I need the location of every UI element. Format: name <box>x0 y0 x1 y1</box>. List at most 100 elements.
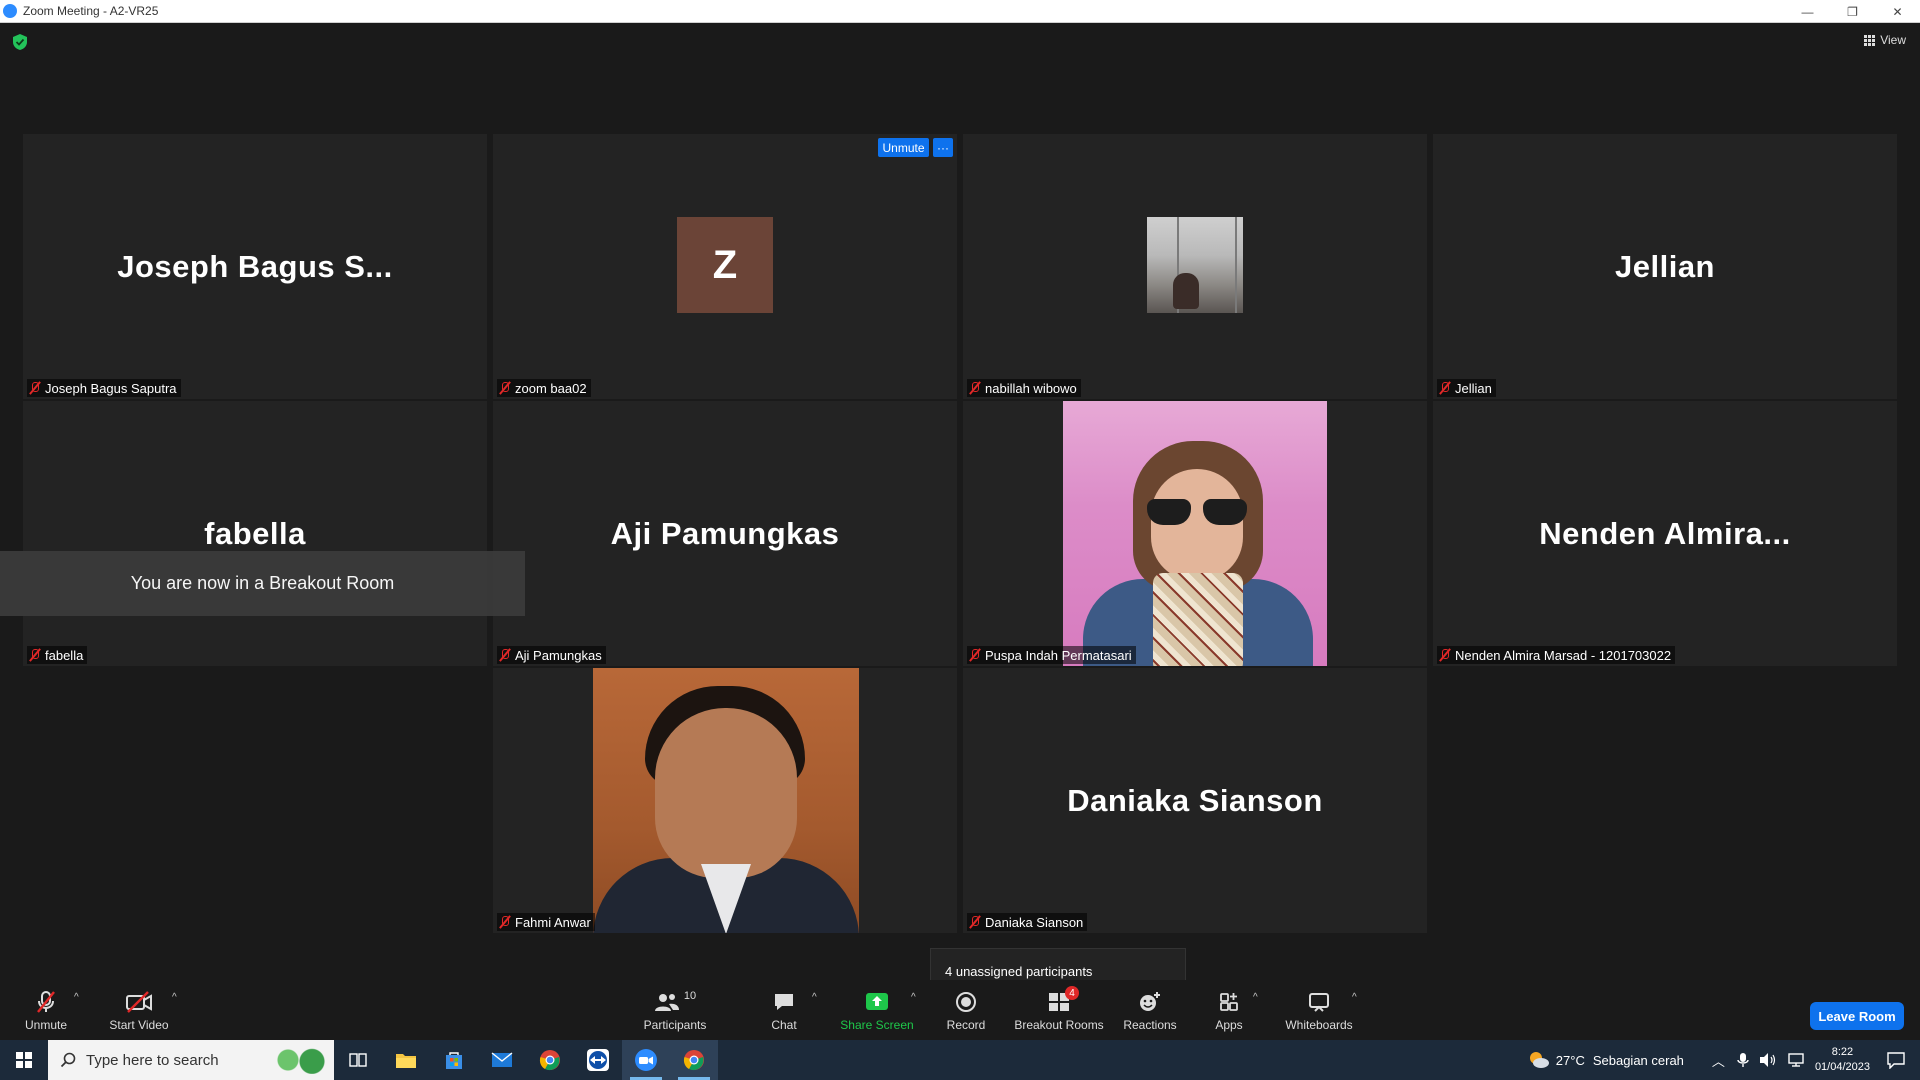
breakout-rooms-badge: 4 <box>1065 986 1079 1000</box>
zoom-app-icon <box>3 4 17 18</box>
notifications-icon[interactable] <box>1886 1051 1906 1069</box>
network-icon[interactable] <box>1787 1052 1805 1068</box>
zoom-app[interactable] <box>622 1040 670 1080</box>
store-app[interactable] <box>430 1040 478 1080</box>
reactions-icon <box>1140 992 1160 1011</box>
zoom-icon <box>635 1049 657 1071</box>
muted-mic-icon <box>29 381 41 395</box>
participant-video <box>1063 401 1327 666</box>
muted-mic-icon <box>499 648 511 662</box>
video-tile[interactable]: Aji Pamungkas Aji Pamungkas <box>493 401 957 666</box>
close-button[interactable]: ✕ <box>1875 0 1920 23</box>
volume-icon[interactable] <box>1759 1052 1777 1068</box>
video-tile[interactable]: Joseph Bagus S... Joseph Bagus Saputra <box>23 134 487 399</box>
chat-options-caret[interactable]: ^ <box>812 992 817 1003</box>
profile-photo <box>1147 217 1243 313</box>
participant-name-label: Aji Pamungkas <box>497 646 606 664</box>
video-tile[interactable]: Daniaka Sianson Daniaka Sianson <box>963 668 1427 933</box>
teamviewer-app[interactable] <box>574 1040 622 1080</box>
chat-icon <box>775 994 793 1010</box>
whiteboards-options-caret[interactable]: ^ <box>1352 992 1357 1003</box>
search-highlight-image <box>270 1046 330 1074</box>
breakout-rooms-button[interactable]: 4 Breakout Rooms <box>1014 986 1104 1036</box>
view-label: View <box>1880 33 1906 47</box>
search-icon <box>60 1052 76 1068</box>
share-screen-icon <box>866 993 888 1010</box>
audio-options-caret[interactable]: ^ <box>74 992 79 1003</box>
minimize-button[interactable]: — <box>1785 0 1830 23</box>
weather-icon[interactable] <box>1526 1049 1550 1071</box>
show-hidden-icons-icon[interactable]: ︿ <box>1712 1051 1725 1070</box>
chat-button[interactable]: Chat <box>766 990 802 1036</box>
chrome-app[interactable] <box>526 1040 574 1080</box>
apps-options-caret[interactable]: ^ <box>1253 992 1258 1003</box>
share-options-caret[interactable]: ^ <box>911 992 916 1003</box>
participant-name-label: nabillah wibowo <box>967 379 1081 397</box>
video-tile[interactable]: Z Unmute ··· zoom baa02 <box>493 134 957 399</box>
chrome-icon <box>539 1050 560 1071</box>
title-bar: Zoom Meeting - A2-VR25 — ❐ ✕ <box>0 0 1920 23</box>
chrome-icon <box>683 1050 704 1071</box>
view-button[interactable]: View <box>1864 33 1906 47</box>
task-view-icon <box>349 1053 367 1067</box>
reactions-button[interactable]: Reactions <box>1122 990 1178 1036</box>
chrome-app-active[interactable] <box>670 1040 718 1080</box>
teamviewer-icon <box>587 1049 609 1071</box>
muted-mic-icon <box>969 381 981 395</box>
muted-mic-icon <box>499 915 511 929</box>
leave-room-button[interactable]: Leave Room <box>1810 1002 1904 1030</box>
muted-mic-icon <box>499 381 511 395</box>
video-tile[interactable]: fabella fabella <box>23 401 487 666</box>
taskbar-search[interactable]: Type here to search <box>48 1040 334 1080</box>
muted-mic-icon <box>969 648 981 662</box>
unmute-participant-button[interactable]: Unmute <box>878 138 929 157</box>
meeting-toolbar: Unmute ^ Start Video ^ 10 Participants C… <box>0 980 1920 1040</box>
encryption-shield-icon[interactable] <box>12 33 28 51</box>
share-screen-button[interactable]: Share Screen <box>840 990 914 1036</box>
apps-icon <box>1220 993 1238 1011</box>
participant-display-name: Joseph Bagus S... <box>117 248 393 284</box>
video-tile[interactable]: Puspa Indah Permatasari <box>963 401 1427 666</box>
video-tile[interactable]: Nenden Almira... Nenden Almira Marsad - … <box>1433 401 1897 666</box>
mail-icon <box>491 1052 513 1067</box>
participant-display-name: Daniaka Sianson <box>1067 782 1323 818</box>
start-button[interactable] <box>0 1040 48 1080</box>
microphone-icon[interactable] <box>1737 1052 1749 1068</box>
unmute-button[interactable]: Unmute <box>22 990 70 1036</box>
weather-temperature: 27°C <box>1555 1052 1585 1068</box>
weather-description: Sebagian cerah <box>1592 1052 1684 1068</box>
mail-app[interactable] <box>478 1040 526 1080</box>
tile-overlay-actions: Unmute ··· <box>878 138 953 157</box>
participants-button[interactable]: 10 Participants <box>640 990 710 1036</box>
window-controls: — ❐ ✕ <box>1785 0 1920 23</box>
more-options-button[interactable]: ··· <box>933 138 953 157</box>
video-tile[interactable]: nabillah wibowo <box>963 134 1427 399</box>
system-tray: 27°C Sebagian cerah ︿ 8:22 01/04/2023 <box>1526 1040 1920 1080</box>
participant-name-label: Puspa Indah Permatasari <box>967 646 1136 664</box>
windows-logo-icon <box>16 1052 32 1068</box>
whiteboards-button[interactable]: Whiteboards <box>1284 990 1354 1036</box>
video-tile[interactable]: Fahmi Anwar <box>493 668 957 933</box>
muted-mic-icon <box>1439 381 1451 395</box>
record-button[interactable]: Record <box>946 990 986 1036</box>
restore-button[interactable]: ❐ <box>1830 0 1875 23</box>
window-title: Zoom Meeting - A2-VR25 <box>23 4 159 18</box>
participant-display-name: fabella <box>204 515 306 551</box>
video-options-caret[interactable]: ^ <box>172 992 177 1003</box>
meeting-area: View Joseph Bagus S... Joseph Bagus Sapu… <box>0 23 1920 1039</box>
windows-taskbar: Type here to search 27°C Sebagian cerah … <box>0 1040 1920 1080</box>
search-placeholder: Type here to search <box>86 1051 219 1069</box>
muted-mic-icon <box>29 648 41 662</box>
folder-icon <box>396 1054 416 1068</box>
clock-date: 01/04/2023 <box>1814 1061 1870 1073</box>
participants-icon <box>654 994 679 1011</box>
apps-button[interactable]: Apps <box>1212 990 1246 1036</box>
task-view-button[interactable] <box>334 1040 382 1080</box>
participant-display-name: Nenden Almira... <box>1539 515 1791 551</box>
participant-name-label: Fahmi Anwar <box>497 913 595 931</box>
start-video-button[interactable]: Start Video <box>106 990 172 1036</box>
clock[interactable]: 8:22 01/04/2023 <box>1815 1045 1870 1075</box>
video-tile[interactable]: Jellian Jellian <box>1433 134 1897 399</box>
file-explorer-app[interactable] <box>382 1040 430 1080</box>
participant-name-label: Daniaka Sianson <box>967 913 1088 931</box>
